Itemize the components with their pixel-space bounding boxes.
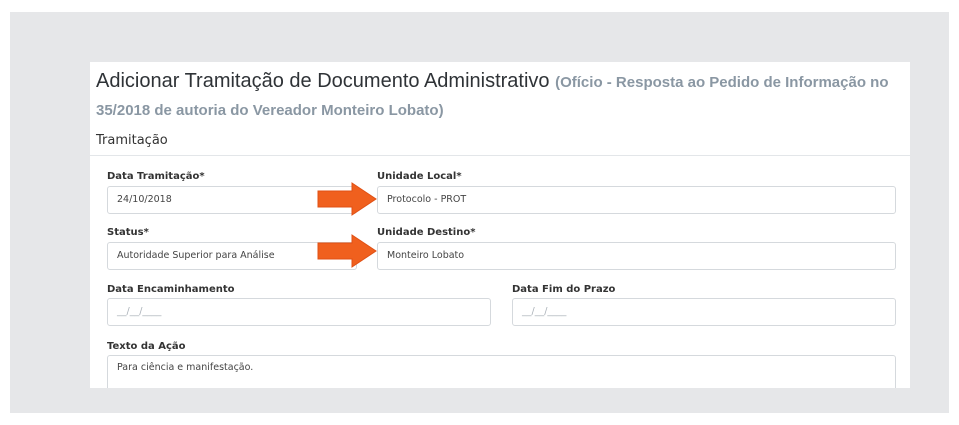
data-fim-prazo-field[interactable]: __/__/____ bbox=[512, 298, 896, 326]
status-label: Status* bbox=[107, 227, 149, 238]
data-encaminhamento-label: Data Encaminhamento bbox=[107, 284, 235, 295]
screenshot-frame: Adicionar Tramitação de Documento Admini… bbox=[10, 12, 949, 413]
section-heading: Tramitação bbox=[96, 133, 168, 148]
unidade-local-label: Unidade Local* bbox=[377, 171, 462, 182]
data-fim-prazo-label: Data Fim do Prazo bbox=[512, 284, 616, 295]
texto-acao-textarea[interactable]: Para ciência e manifestação. bbox=[107, 355, 896, 388]
unidade-destino-select[interactable]: Monteiro Lobato bbox=[377, 242, 896, 270]
unidade-destino-label: Unidade Destino* bbox=[377, 227, 476, 238]
page-title: Adicionar Tramitação de Documento Admini… bbox=[96, 68, 904, 124]
form-panel: Adicionar Tramitação de Documento Admini… bbox=[90, 62, 910, 388]
arrow-right-icon bbox=[317, 234, 377, 268]
page-title-main: Adicionar Tramitação de Documento Admini… bbox=[96, 70, 550, 92]
texto-acao-label: Texto da Ação bbox=[107, 341, 186, 352]
section-divider bbox=[90, 155, 910, 156]
data-tramitacao-label: Data Tramitação* bbox=[107, 171, 205, 182]
unidade-local-select[interactable]: Protocolo - PROT bbox=[377, 186, 896, 214]
data-encaminhamento-field[interactable]: __/__/____ bbox=[107, 298, 491, 326]
arrow-right-icon bbox=[317, 182, 377, 216]
